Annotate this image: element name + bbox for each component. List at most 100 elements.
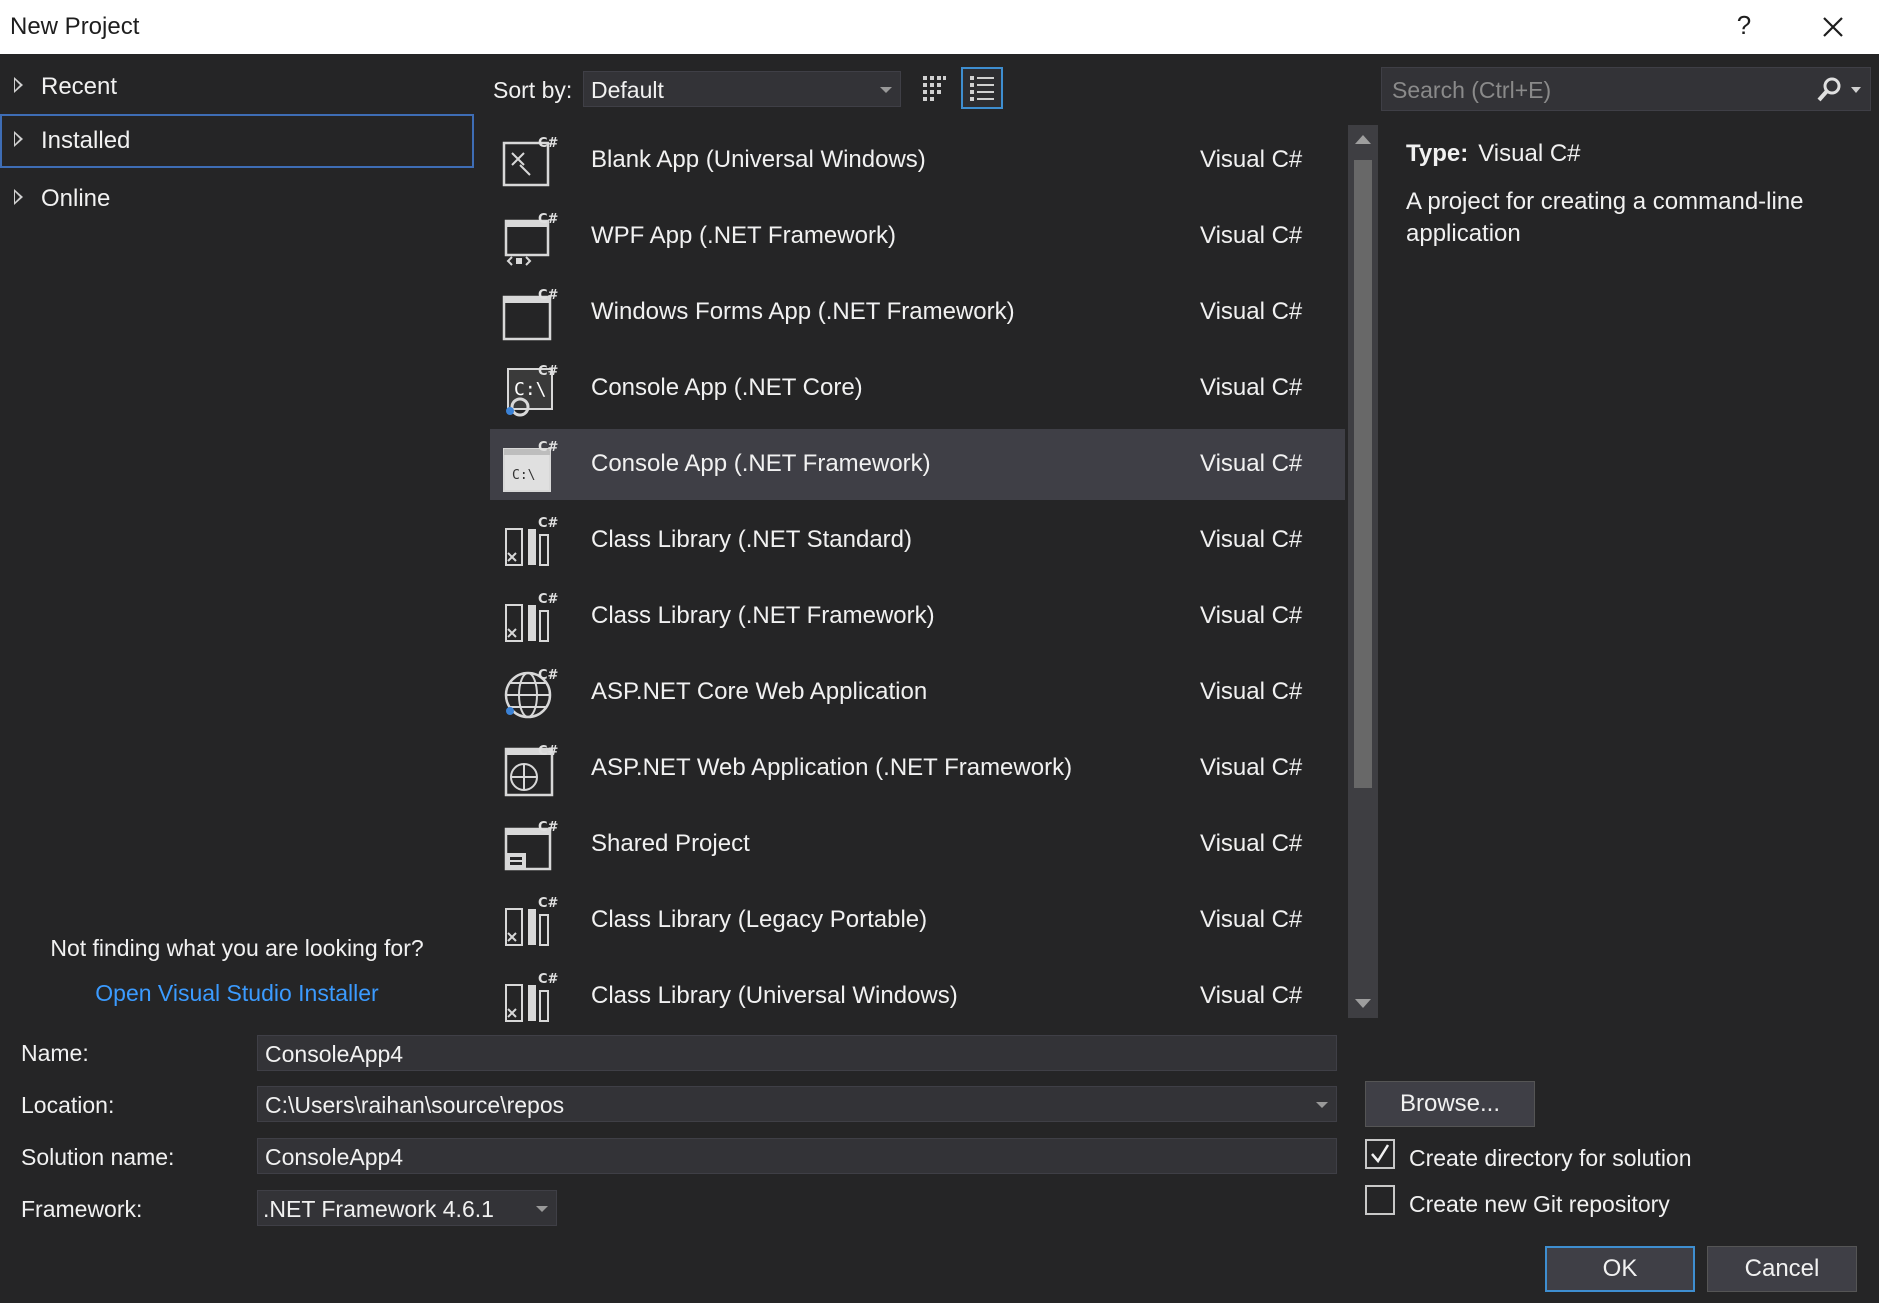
close-icon[interactable] (1816, 10, 1850, 44)
template-name: ASP.NET Core Web Application (591, 678, 928, 705)
location-label: Location: (21, 1092, 115, 1118)
search-options-chevron-icon[interactable] (1851, 87, 1861, 93)
sort-by-value: Default (591, 77, 664, 103)
create-git-checkbox[interactable] (1365, 1185, 1395, 1215)
console-core-icon: C:\ C# (500, 363, 560, 419)
chevron-down-icon[interactable] (1316, 1102, 1328, 1108)
template-row[interactable]: C:\ C# Console App (.NET Core) Visual C# (490, 353, 1345, 424)
template-language: Visual C# (1200, 298, 1303, 325)
list-icon (970, 76, 994, 101)
template-name: Windows Forms App (.NET Framework) (591, 298, 1015, 325)
sort-by-label: Sort by: (493, 77, 573, 103)
class-library-icon: C# (500, 515, 560, 571)
template-language: Visual C# (1200, 982, 1303, 1009)
template-language: Visual C# (1200, 830, 1303, 857)
template-name: Class Library (Universal Windows) (591, 982, 958, 1009)
not-finding-text: Not finding what you are looking for? (50, 935, 424, 961)
scroll-down-icon[interactable] (1355, 999, 1371, 1008)
nav-item-installed[interactable]: Installed (0, 114, 474, 168)
create-directory-checkbox[interactable] (1365, 1139, 1395, 1169)
sort-by-dropdown[interactable]: Default (583, 71, 901, 107)
create-git-label[interactable]: Create new Git repository (1409, 1191, 1670, 1218)
svg-text:C#: C# (538, 364, 559, 379)
window-title: New Project (10, 13, 140, 40)
ok-button[interactable]: OK (1545, 1246, 1695, 1292)
svg-text:C#: C# (538, 516, 559, 531)
svg-text:C#: C# (538, 896, 559, 911)
name-input[interactable] (263, 1038, 1292, 1070)
help-button[interactable]: ? (1730, 10, 1758, 41)
svg-text:C#: C# (538, 668, 559, 683)
uwp-app-icon: C# (500, 135, 560, 191)
template-row[interactable]: C# Windows Forms App (.NET Framework) Visu… (490, 277, 1345, 348)
svg-text:C#: C# (538, 440, 559, 455)
name-label: Name: (21, 1040, 89, 1066)
chevron-down-icon (536, 1206, 548, 1212)
svg-text:C#: C# (538, 972, 559, 987)
cancel-button[interactable]: Cancel (1707, 1246, 1857, 1292)
small-icons-view-button[interactable] (913, 67, 955, 109)
template-row[interactable]: C# WPF App (.NET Framework) Visual C# (490, 201, 1345, 272)
create-directory-label[interactable]: Create directory for solution (1409, 1145, 1692, 1172)
winforms-app-icon: C# (500, 287, 560, 343)
template-row[interactable]: C# Class Library (.NET Standard) Visual C# (490, 505, 1345, 576)
template-language: Visual C# (1200, 906, 1303, 933)
template-name: Console App (.NET Framework) (591, 450, 931, 477)
expand-arrow-icon[interactable] (14, 131, 23, 147)
template-row[interactable]: C:\ C# Console App (.NET Framework) Visual … (490, 429, 1345, 500)
template-language: Visual C# (1200, 678, 1303, 705)
nav-item-recent[interactable]: Recent (0, 60, 474, 114)
template-language: Visual C# (1200, 374, 1303, 401)
template-list: C# Blank App (Universal Windows) Visual C#… (490, 125, 1345, 1025)
nav-item-online[interactable]: Online (0, 172, 474, 226)
solution-name-input[interactable] (263, 1141, 1292, 1173)
template-list-scrollbar[interactable] (1348, 125, 1378, 1018)
console-framework-icon: C:\ C# (500, 439, 560, 495)
template-name: Blank App (Universal Windows) (591, 146, 926, 173)
open-installer-link[interactable]: Open Visual Studio Installer (0, 980, 474, 1007)
template-name: Class Library (.NET Standard) (591, 526, 912, 553)
location-input[interactable] (263, 1089, 1259, 1121)
template-language: Visual C# (1200, 754, 1303, 781)
scroll-up-icon[interactable] (1355, 135, 1371, 144)
location-field[interactable] (257, 1086, 1337, 1122)
template-row[interactable]: C# Shared Project Visual C# (490, 809, 1345, 880)
svg-text:C:\: C:\ (514, 379, 547, 400)
search-icon[interactable] (1815, 76, 1843, 104)
nav-item-label: Recent (41, 73, 118, 100)
svg-text:C:\: C:\ (512, 468, 535, 483)
web-app-icon: C# (500, 743, 560, 799)
class-library-icon: C# (500, 591, 560, 647)
template-name: Class Library (Legacy Portable) (591, 906, 928, 933)
expand-arrow-icon[interactable] (14, 77, 23, 93)
template-row[interactable]: C# ASP.NET Web Application (.NET Framewor… (490, 733, 1345, 804)
svg-text:C#: C# (538, 136, 559, 151)
template-row[interactable]: C# Class Library (Universal Windows) Visua… (490, 961, 1345, 1025)
search-input[interactable] (1390, 74, 1794, 106)
web-core-icon: C# (500, 667, 560, 723)
template-row[interactable]: C# Class Library (.NET Framework) Visual C… (490, 581, 1345, 652)
svg-text:C#: C# (538, 820, 559, 835)
search-box[interactable] (1381, 67, 1871, 111)
browse-button[interactable]: Browse... (1365, 1081, 1535, 1127)
framework-value: .NET Framework 4.6.1 (263, 1196, 494, 1222)
framework-dropdown[interactable]: .NET Framework 4.6.1 (257, 1190, 557, 1226)
name-field[interactable] (257, 1035, 1337, 1071)
expand-arrow-icon[interactable] (14, 189, 23, 205)
template-row[interactable]: C# ASP.NET Core Web Application Visual C# (490, 657, 1345, 728)
chevron-down-icon (880, 87, 892, 93)
template-name: WPF App (.NET Framework) (591, 222, 896, 249)
template-name: ASP.NET Web Application (.NET Framework) (591, 754, 1073, 781)
template-row[interactable]: C# Blank App (Universal Windows) Visual C# (490, 125, 1345, 196)
checkmark-icon (1371, 1144, 1390, 1164)
template-row[interactable]: C# Class Library (Legacy Portable) Visual … (490, 885, 1345, 956)
scroll-thumb[interactable] (1354, 160, 1372, 788)
template-language: Visual C# (1200, 222, 1303, 249)
template-type: Type: Visual C# (1406, 140, 1581, 168)
solution-name-field[interactable] (257, 1138, 1337, 1174)
list-view-button[interactable] (961, 67, 1003, 109)
svg-text:C#: C# (538, 212, 559, 227)
nav-item-label: Installed (41, 127, 131, 154)
template-name: Console App (.NET Core) (591, 374, 863, 401)
title-bar: New Project ? (0, 0, 1879, 54)
